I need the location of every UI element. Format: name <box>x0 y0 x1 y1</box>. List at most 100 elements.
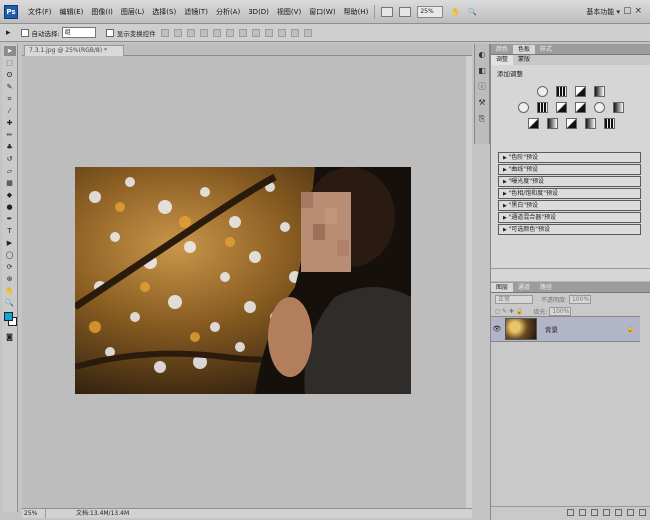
menu-help[interactable]: 帮助(H) <box>344 7 369 17</box>
preset-hue-saturation[interactable]: "色相/饱和度"预设 <box>498 188 641 199</box>
quick-mask-icon[interactable]: ◙ <box>4 332 16 342</box>
history-brush-tool-icon[interactable]: ↺ <box>4 154 16 164</box>
tab-swatches[interactable]: 色板 <box>513 45 536 54</box>
brightness-contrast-icon[interactable] <box>537 86 548 97</box>
visibility-eye-icon[interactable]: 👁 <box>491 325 503 333</box>
tab-color[interactable]: 颜色 <box>491 45 513 54</box>
adjustments-panel-icon[interactable]: ◧ <box>477 66 487 76</box>
blur-tool-icon[interactable]: ◆ <box>4 190 16 200</box>
info-panel-icon[interactable]: ⓘ <box>477 82 487 92</box>
preset-channel-mixer[interactable]: "通道混合器"预设 <box>498 212 641 223</box>
dodge-tool-icon[interactable]: ● <box>4 202 16 212</box>
align-vcenter-icon[interactable] <box>173 28 182 37</box>
marquee-tool-icon[interactable]: ⬚ <box>4 58 16 68</box>
hue-saturation-icon[interactable] <box>537 102 548 113</box>
align-right-icon[interactable] <box>225 28 234 37</box>
new-layer-icon[interactable] <box>627 509 634 516</box>
healing-brush-tool-icon[interactable]: ✚ <box>4 118 16 128</box>
new-adjustment-icon[interactable] <box>603 509 610 516</box>
menu-3d[interactable]: 3D(D) <box>248 8 269 16</box>
delete-layer-icon[interactable] <box>639 509 646 516</box>
hand-icon[interactable]: ✋ <box>451 8 460 16</box>
photo-filter-icon[interactable] <box>594 102 605 113</box>
distribute-top-icon[interactable] <box>238 28 247 37</box>
black-white-icon[interactable] <box>575 102 586 113</box>
tab-styles[interactable]: 样式 <box>535 45 557 54</box>
preset-curves[interactable]: "曲线"预设 <box>498 164 641 175</box>
menu-select[interactable]: 选择(S) <box>152 7 176 17</box>
curves-icon[interactable] <box>575 86 586 97</box>
exposure-icon[interactable] <box>594 86 605 97</box>
zoom-icon[interactable]: 🔍 <box>468 8 477 16</box>
path-select-tool-icon[interactable]: ▶ <box>4 238 16 248</box>
selective-color-icon[interactable] <box>603 118 615 129</box>
tab-masks[interactable]: 蒙版 <box>513 55 535 65</box>
auto-select-dropdown[interactable]: 组 <box>61 27 96 38</box>
color-balance-icon[interactable] <box>556 102 567 113</box>
align-hcenter-icon[interactable] <box>212 28 221 37</box>
preset-black-white[interactable]: "黑白"预设 <box>498 200 641 211</box>
align-left-icon[interactable] <box>199 28 208 37</box>
crop-tool-icon[interactable]: ⌗ <box>4 94 16 104</box>
add-mask-icon[interactable] <box>591 509 598 516</box>
show-transform-checkbox[interactable] <box>105 28 114 37</box>
3d-orbit-tool-icon[interactable]: ⊛ <box>4 274 16 284</box>
tab-paths[interactable]: 路径 <box>535 283 557 292</box>
menu-analysis[interactable]: 分析(A) <box>216 7 240 17</box>
foreground-color-swatch[interactable] <box>3 312 13 321</box>
channel-mixer-icon[interactable] <box>613 102 624 113</box>
distribute-left-icon[interactable] <box>277 28 286 37</box>
posterize-icon[interactable] <box>546 118 558 129</box>
tab-channels[interactable]: 通道 <box>513 283 535 292</box>
blend-mode-dropdown[interactable]: 正常 <box>495 294 533 304</box>
levels-icon[interactable] <box>556 86 567 97</box>
gradient-map-icon[interactable] <box>584 118 596 129</box>
menu-filter[interactable]: 滤镜(T) <box>184 7 208 17</box>
eyedropper-tool-icon[interactable]: ⁄ <box>4 106 16 116</box>
brush-tool-icon[interactable]: ✏ <box>4 130 16 140</box>
fill-field[interactable]: 100% <box>549 306 572 316</box>
lasso-tool-icon[interactable]: ʘ <box>4 70 16 80</box>
menu-layer[interactable]: 图层(L) <box>121 7 144 17</box>
clone-source-icon[interactable]: ⎘ <box>477 114 487 124</box>
menu-image[interactable]: 图像(I) <box>91 7 113 17</box>
layer-style-icon[interactable] <box>579 509 586 516</box>
bridge-icon[interactable] <box>381 6 394 17</box>
clone-stamp-tool-icon[interactable]: ♣ <box>4 142 16 152</box>
zoom-tool-icon[interactable]: 🔍 <box>4 298 16 308</box>
gradient-tool-icon[interactable]: ▦ <box>4 178 16 188</box>
distribute-right-icon[interactable] <box>303 28 312 37</box>
distribute-bottom-icon[interactable] <box>264 28 273 37</box>
tab-layers[interactable]: 图层 <box>491 283 514 292</box>
threshold-icon[interactable] <box>565 118 577 129</box>
distribute-hcenter-icon[interactable] <box>290 28 299 37</box>
3d-rotate-tool-icon[interactable]: ⟳ <box>4 262 16 272</box>
quick-select-tool-icon[interactable]: ✎ <box>4 82 16 92</box>
canvas-scrollbar[interactable] <box>466 56 472 508</box>
type-tool-icon[interactable]: T <box>4 226 16 236</box>
menu-view[interactable]: 视图(V) <box>277 7 301 17</box>
align-top-icon[interactable] <box>160 28 169 37</box>
hand-tool-icon[interactable]: ✋ <box>4 286 16 296</box>
vibrance-icon[interactable] <box>518 102 529 113</box>
layer-row-background[interactable]: 👁 背景 🔒 <box>491 316 640 342</box>
tool-presets-icon[interactable]: ⚒ <box>477 98 487 108</box>
mini-bridge-icon[interactable] <box>399 6 412 17</box>
link-layers-icon[interactable] <box>567 509 574 516</box>
move-tool-icon[interactable]: ➤ <box>3 46 16 56</box>
auto-select-checkbox[interactable] <box>20 28 29 37</box>
layer-name[interactable]: 背景 <box>545 324 558 334</box>
document-tab[interactable]: 7.3.1.jpg @ 25%(RGB/8) * <box>24 45 124 56</box>
menu-window[interactable]: 窗口(W) <box>309 7 335 17</box>
zoom-dropdown[interactable]: 25% <box>417 5 444 18</box>
window-controls-icon[interactable]: – ▢ × <box>616 6 642 16</box>
pen-tool-icon[interactable]: ✒ <box>4 214 16 224</box>
move-tool-preset-icon[interactable]: ▸ <box>6 28 11 38</box>
status-zoom[interactable]: 25% <box>22 509 46 518</box>
color-swatches[interactable] <box>3 312 17 328</box>
new-group-icon[interactable] <box>615 509 622 516</box>
distribute-vcenter-icon[interactable] <box>251 28 260 37</box>
canvas-area[interactable] <box>22 56 472 508</box>
tab-adjustments[interactable]: 调整 <box>491 55 514 65</box>
invert-icon[interactable] <box>527 118 539 129</box>
